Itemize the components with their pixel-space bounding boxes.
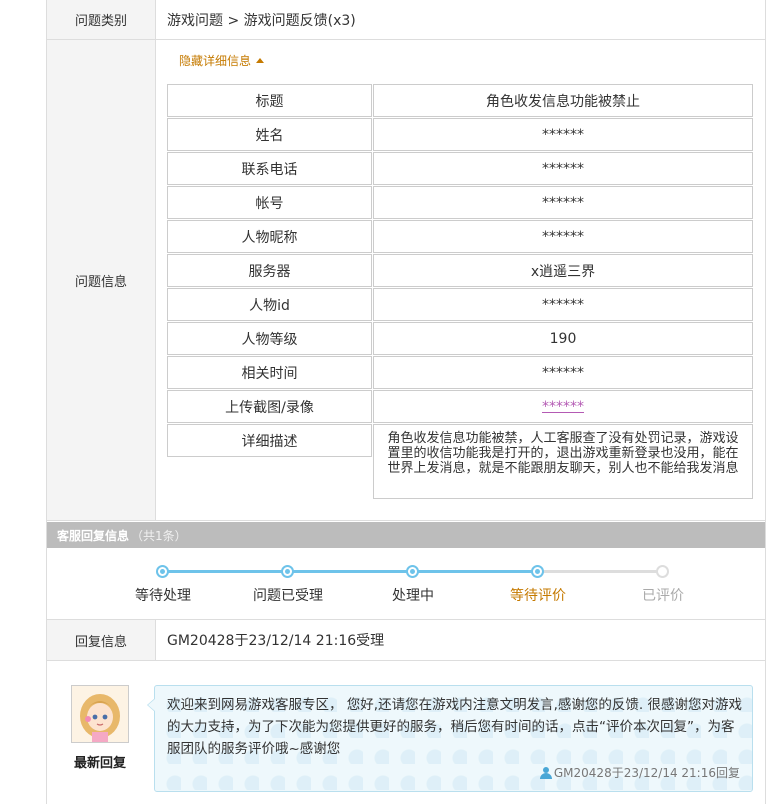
avatar xyxy=(71,685,129,743)
issue-info-label: 问题信息 xyxy=(47,40,156,520)
field-value: ****** xyxy=(373,118,753,151)
progress-track-pending xyxy=(537,570,662,573)
field-value: ****** xyxy=(373,186,753,219)
step-dot xyxy=(656,565,669,578)
category-value: 游戏问题 > 游戏问题反馈(x3) xyxy=(167,12,356,29)
field-value: ****** xyxy=(373,220,753,253)
step-dot xyxy=(281,565,294,578)
field-key: 详细描述 xyxy=(167,424,372,457)
service-reply-header: 客服回复信息 （共1条） xyxy=(47,522,765,548)
field-key: 联系电话 xyxy=(167,152,372,185)
reply-count: （共1条） xyxy=(131,528,187,543)
field-key: 服务器 xyxy=(167,254,372,287)
reply-info-value: GM20428于23/12/14 21:16受理 xyxy=(167,633,385,649)
field-key: 人物id xyxy=(167,288,372,321)
latest-reply-label: 最新回复 xyxy=(73,756,126,771)
step-dot xyxy=(531,565,544,578)
reply-info-row: 回复信息 GM20428于23/12/14 21:16受理 xyxy=(47,619,765,661)
avatar-image xyxy=(72,686,128,742)
field-key: 标题 xyxy=(167,84,372,117)
progress-tracker: 等待处理 问题已受理 处理中 等待评价 已评价 xyxy=(47,549,765,619)
hide-details-toggle[interactable]: 隐藏详细信息 xyxy=(179,52,265,69)
step-label: 等待评价 xyxy=(510,588,566,604)
field-value: ****** xyxy=(373,356,753,389)
field-value: ****** xyxy=(373,152,753,185)
progress-track-done xyxy=(162,570,537,573)
field-key: 人物等级 xyxy=(167,322,372,355)
user-icon xyxy=(539,766,552,779)
issue-info-row: 问题信息 隐藏详细信息 标题 角色收发信息功能被禁止 姓名 ****** 联系电… xyxy=(47,40,765,521)
caret-up-icon xyxy=(256,58,265,63)
field-key: 帐号 xyxy=(167,186,372,219)
step-label: 等待处理 xyxy=(135,588,191,604)
step-dot xyxy=(156,565,169,578)
ticket-panel: 问题类别 游戏问题 > 游戏问题反馈(x3) 问题信息 隐藏详细信息 标题 角色… xyxy=(46,0,766,804)
step-dot xyxy=(406,565,419,578)
field-key: 相关时间 xyxy=(167,356,372,389)
step-label: 处理中 xyxy=(392,588,434,604)
bubble-arrow xyxy=(147,698,155,712)
reply-message: 欢迎来到网易游戏客服专区， 您好,还请您在游戏内注意文明发言,感谢您的反馈. 很… xyxy=(167,697,742,757)
field-key: 姓名 xyxy=(167,118,372,151)
service-reply-title: 客服回复信息 xyxy=(57,528,130,543)
hide-details-label: 隐藏详细信息 xyxy=(179,54,252,68)
field-value: ****** xyxy=(373,288,753,321)
field-key: 上传截图/录像 xyxy=(167,390,372,423)
field-value: x逍遥三界 xyxy=(373,254,753,287)
step-label: 已评价 xyxy=(642,588,684,604)
description-value: 角色收发信息功能被禁，人工客服查了没有处罚记录，游戏设置里的收信功能我是打开的，… xyxy=(373,424,753,499)
field-value: 190 xyxy=(373,322,753,355)
field-value: 角色收发信息功能被禁止 xyxy=(373,84,753,117)
category-row: 问题类别 游戏问题 > 游戏问题反馈(x3) xyxy=(47,0,765,40)
reply-bubble: 欢迎来到网易游戏客服专区， 您好,还请您在游戏内注意文明发言,感谢您的反馈. 很… xyxy=(147,685,753,792)
attachment-cell: ****** xyxy=(373,390,753,423)
field-key: 人物昵称 xyxy=(167,220,372,253)
reply-meta: GM20428于23/12/14 21:16回复 xyxy=(539,764,740,781)
reply-meta-text: GM20428于23/12/14 21:16回复 xyxy=(553,766,740,780)
reply-info-label: 回复信息 xyxy=(47,620,156,660)
category-label: 问题类别 xyxy=(47,0,156,39)
step-label: 问题已受理 xyxy=(253,588,323,604)
attachment-link[interactable]: ****** xyxy=(542,399,584,415)
